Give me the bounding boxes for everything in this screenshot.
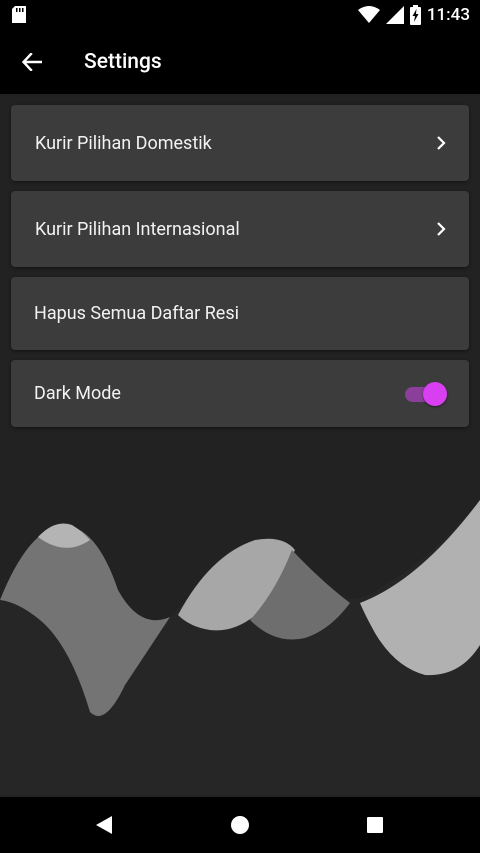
home-circle-icon <box>231 816 249 834</box>
setting-kurir-domestik[interactable]: Kurir Pilihan Domestik <box>11 105 469 181</box>
setting-label: Kurir Pilihan Internasional <box>35 218 240 240</box>
decorative-waves <box>0 500 480 795</box>
setting-label: Dark Mode <box>34 383 121 404</box>
nav-home-button[interactable] <box>220 805 260 845</box>
status-bar: 11:43 <box>0 0 480 30</box>
signal-icon <box>385 6 404 24</box>
setting-label: Hapus Semua Daftar Resi <box>34 303 240 324</box>
setting-dark-mode: Dark Mode <box>11 360 469 427</box>
wifi-icon <box>357 6 380 23</box>
setting-hapus-semua-resi[interactable]: Hapus Semua Daftar Resi <box>11 277 469 350</box>
battery-charging-icon <box>409 5 421 25</box>
chevron-right-icon <box>437 222 446 236</box>
system-nav-bar <box>0 797 480 853</box>
app-bar: Settings <box>0 30 480 94</box>
status-time: 11:43 <box>426 5 470 25</box>
back-triangle-icon <box>96 816 112 834</box>
nav-recents-button[interactable] <box>355 805 395 845</box>
setting-kurir-internasional[interactable]: Kurir Pilihan Internasional <box>11 191 469 267</box>
chevron-right-icon <box>437 136 446 150</box>
recents-square-icon <box>367 817 383 833</box>
arrow-left-icon <box>22 53 42 71</box>
toggle-thumb <box>423 381 447 406</box>
nav-back-button[interactable] <box>84 805 124 845</box>
sd-card-icon <box>12 6 26 23</box>
setting-label: Kurir Pilihan Domestik <box>35 132 212 154</box>
dark-mode-toggle[interactable] <box>403 381 447 407</box>
back-button[interactable] <box>12 42 52 82</box>
page-title: Settings <box>84 50 162 74</box>
